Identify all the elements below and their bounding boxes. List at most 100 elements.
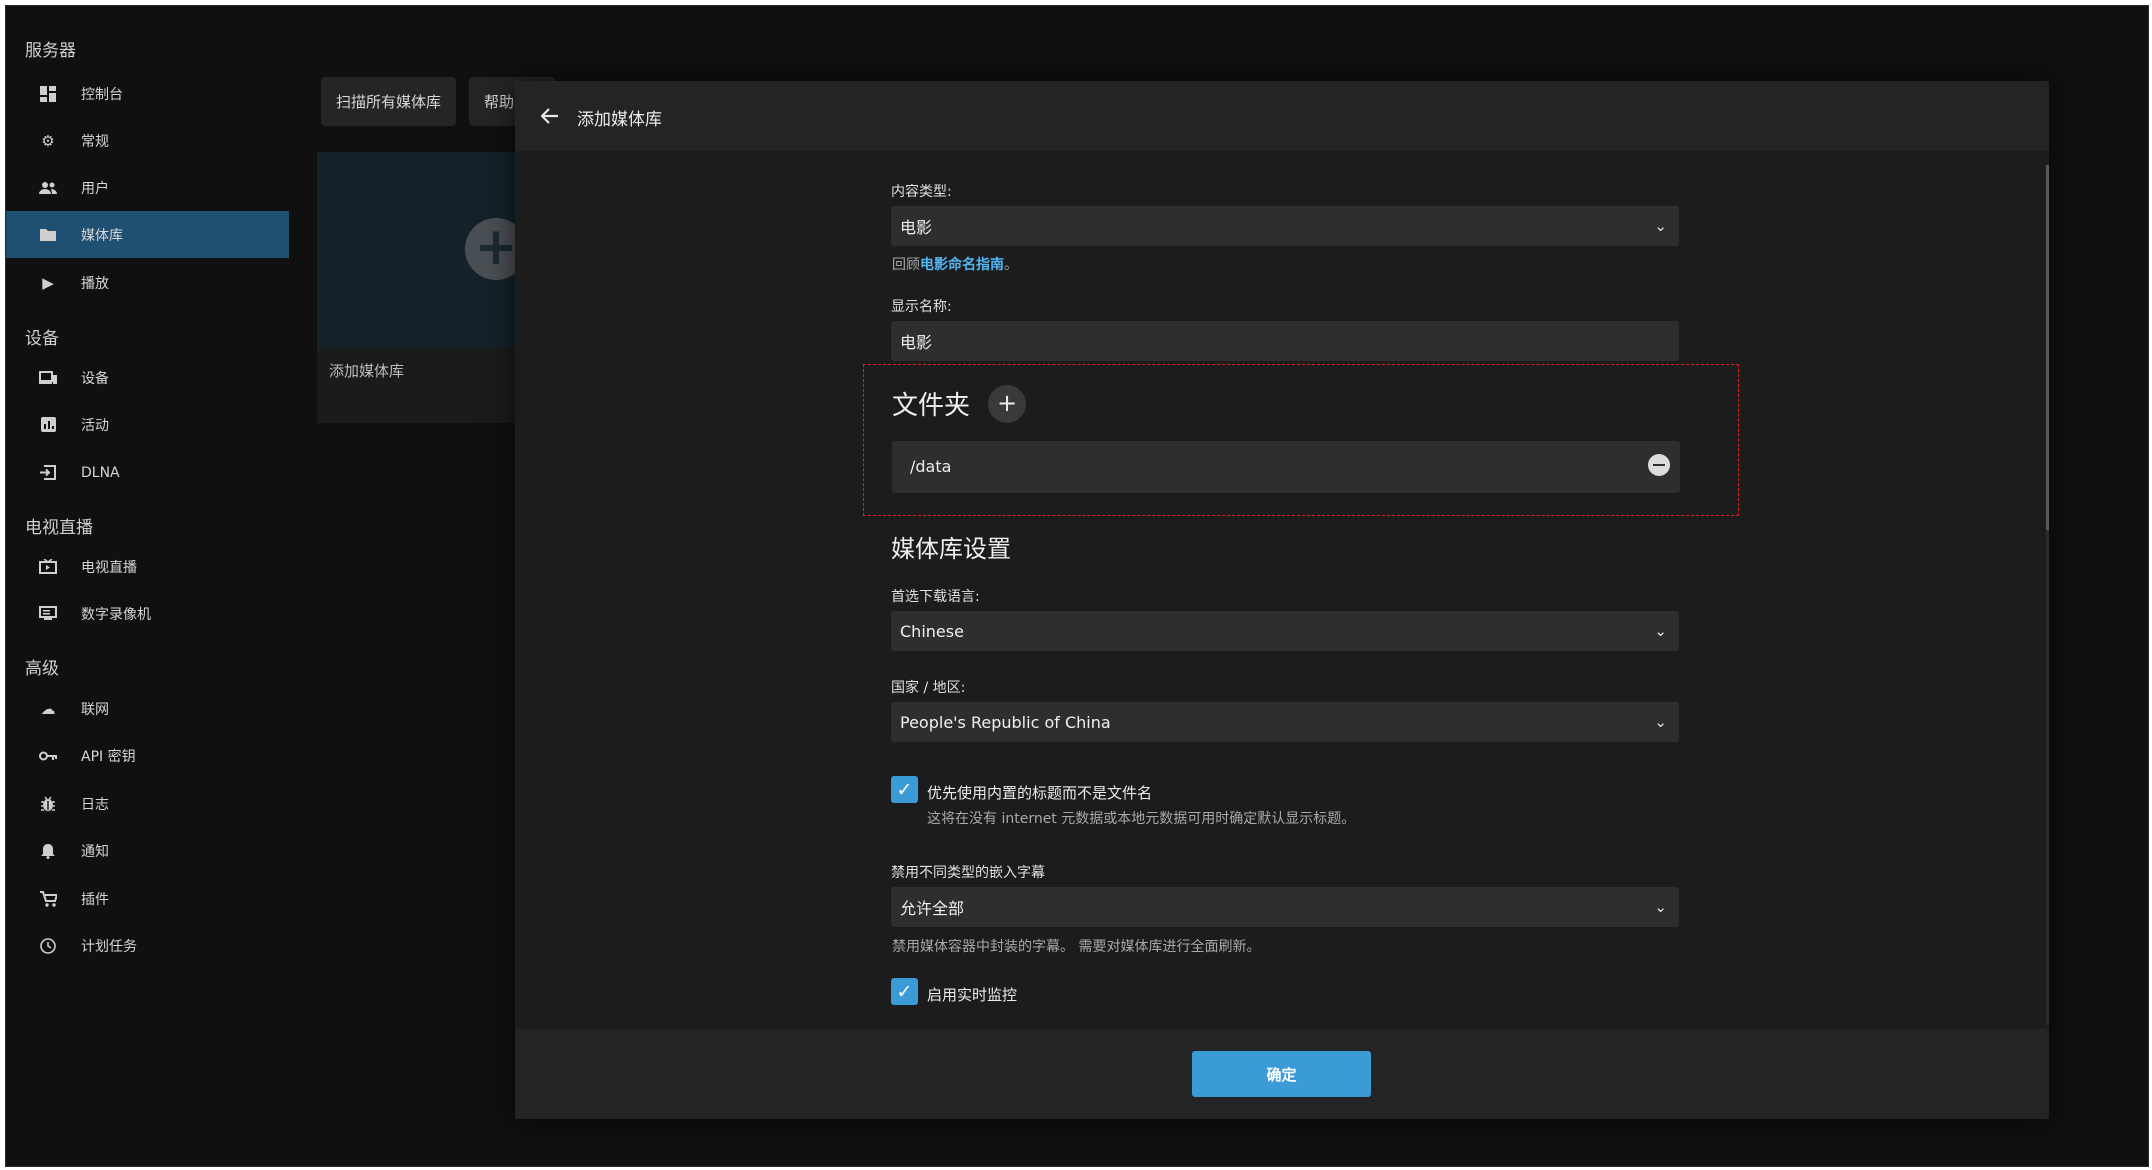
naming-hint: 回顾电影命名指南。	[892, 254, 1018, 274]
sidebar-item-label: 媒体库	[81, 227, 123, 244]
live-tv-icon	[38, 557, 58, 577]
embedded-titles-hint: 这将在没有 internet 元数据或本地元数据可用时确定默认显示标题。	[927, 811, 1356, 827]
sidebar-item-label: 联网	[81, 701, 109, 718]
language-label: 首选下载语言:	[891, 589, 980, 605]
sidebar-item-activity[interactable]: 活动	[6, 401, 289, 448]
sidebar-section-server: 服务器	[25, 41, 76, 61]
disable-subs-hint: 禁用媒体容器中封装的字幕。 需要对媒体库进行全面刷新。	[892, 939, 1261, 955]
folder-icon	[38, 225, 58, 245]
scan-all-libraries-button[interactable]: 扫描所有媒体库	[321, 77, 457, 126]
content-type-value: 电影	[900, 218, 933, 237]
app-window: 服务器 控制台 ⚙ 常规 用户 媒体库 ▶ 播放 设备 设备 活动 DLNA 电…	[5, 5, 2149, 1167]
cart-icon	[38, 889, 58, 909]
embedded-titles-label: 优先使用内置的标题而不是文件名	[927, 784, 1153, 802]
activity-icon	[38, 415, 58, 435]
naming-guide-link[interactable]: 电影命名指南	[920, 257, 1004, 273]
sidebar-item-devices[interactable]: 设备	[6, 354, 289, 401]
chevron-down-icon: ⌄	[1654, 622, 1667, 640]
check-icon: ✓	[896, 778, 913, 801]
disable-subs-select[interactable]: 允许全部 ⌄	[891, 887, 1679, 927]
library-settings-heading: 媒体库设置	[891, 535, 1011, 563]
sidebar-section-advanced: 高级	[25, 659, 59, 679]
dialog-footer: 确定	[515, 1029, 2049, 1119]
display-name-value: 电影	[900, 333, 933, 352]
add-folder-button[interactable]: +	[988, 385, 1026, 423]
users-icon	[38, 178, 58, 198]
chevron-down-icon: ⌄	[1654, 713, 1667, 731]
chevron-down-icon: ⌄	[1654, 898, 1667, 916]
add-library-dialog: 添加媒体库 内容类型: 电影 ⌄ 回顾电影命名指南。 显示名称: 电影 文件夹 …	[515, 81, 2049, 1119]
language-select[interactable]: Chinese ⌄	[891, 611, 1679, 651]
sidebar-item-label: 电视直播	[81, 559, 137, 576]
country-select[interactable]: People's Republic of China ⌄	[891, 702, 1679, 742]
back-arrow-icon[interactable]	[535, 101, 565, 131]
display-name-input[interactable]: 电影	[891, 321, 1679, 361]
naming-hint-prefix: 回顾	[892, 257, 920, 273]
naming-hint-suffix: 。	[1004, 257, 1018, 273]
sidebar-item-label: DLNA	[81, 464, 120, 481]
sidebar-item-logs[interactable]: 日志	[6, 780, 289, 827]
sidebar-section-livetv: 电视直播	[25, 518, 93, 538]
sidebar-item-label: 日志	[81, 796, 109, 813]
ok-button[interactable]: 确定	[1192, 1051, 1371, 1097]
check-icon: ✓	[896, 980, 913, 1003]
sidebar-item-plugins[interactable]: 插件	[6, 875, 289, 922]
sidebar-item-dlna[interactable]: DLNA	[6, 449, 289, 496]
card-image: +	[317, 152, 527, 348]
country-value: People's Republic of China	[900, 712, 1111, 732]
sidebar-item-label: 活动	[81, 417, 109, 434]
sidebar-item-livetv[interactable]: 电视直播	[6, 543, 289, 590]
realtime-monitor-checkbox[interactable]: ✓	[891, 978, 918, 1005]
dvr-icon	[38, 604, 58, 624]
folders-section: 文件夹 + /data	[863, 364, 1739, 516]
content-type-label: 内容类型:	[891, 184, 952, 200]
chevron-down-icon: ⌄	[1654, 217, 1667, 235]
folders-heading: 文件夹	[892, 391, 971, 421]
folder-path: /data	[910, 457, 952, 476]
sidebar-item-dvr[interactable]: 数字录像机	[6, 590, 289, 637]
sidebar-item-users[interactable]: 用户	[6, 164, 289, 211]
sidebar-item-label: 常规	[81, 133, 109, 150]
language-value: Chinese	[900, 621, 964, 641]
sidebar-item-label: 控制台	[81, 86, 123, 103]
sidebar-item-scheduled-tasks[interactable]: 计划任务	[6, 922, 289, 969]
add-library-card[interactable]: + 添加媒体库	[317, 152, 527, 423]
sidebar: 服务器 控制台 ⚙ 常规 用户 媒体库 ▶ 播放 设备 设备 活动 DLNA 电…	[6, 6, 289, 1166]
sidebar-item-dashboard[interactable]: 控制台	[6, 70, 289, 117]
disable-subs-label: 禁用不同类型的嵌入字幕	[891, 865, 1045, 881]
content-type-select[interactable]: 电影 ⌄	[891, 206, 1679, 246]
disable-subs-value: 允许全部	[900, 899, 965, 918]
sidebar-item-networking[interactable]: ☁ 联网	[6, 685, 289, 732]
sidebar-item-label: 数字录像机	[81, 606, 151, 623]
sidebar-item-notifications[interactable]: 通知	[6, 827, 289, 874]
sidebar-item-playback[interactable]: ▶ 播放	[6, 259, 289, 306]
sidebar-item-label: 通知	[81, 843, 109, 860]
display-name-label: 显示名称:	[891, 299, 952, 315]
card-label: 添加媒体库	[329, 362, 405, 380]
sidebar-item-general[interactable]: ⚙ 常规	[6, 117, 289, 164]
remove-folder-icon[interactable]	[1648, 454, 1670, 476]
scrollbar-thumb[interactable]	[2046, 165, 2049, 530]
sidebar-item-label: 播放	[81, 275, 109, 292]
cloud-icon: ☁	[40, 699, 56, 718]
play-icon: ▶	[42, 273, 54, 292]
dialog-title: 添加媒体库	[577, 110, 662, 130]
input-icon	[38, 463, 58, 483]
dashboard-icon	[38, 84, 58, 104]
sidebar-item-libraries[interactable]: 媒体库	[6, 211, 289, 258]
folder-row[interactable]: /data	[892, 441, 1680, 493]
dialog-header: 添加媒体库	[515, 81, 2049, 151]
sidebar-item-api-keys[interactable]: API 密钥	[6, 732, 289, 779]
country-label: 国家 / 地区:	[891, 680, 966, 696]
key-icon	[38, 746, 58, 766]
bell-icon	[38, 841, 58, 861]
clock-icon	[38, 936, 58, 956]
bug-icon	[38, 794, 58, 814]
realtime-monitor-label: 启用实时监控	[927, 986, 1018, 1004]
gear-icon: ⚙	[41, 131, 55, 150]
sidebar-item-label: 用户	[81, 180, 109, 197]
dialog-body: 内容类型: 电影 ⌄ 回顾电影命名指南。 显示名称: 电影 文件夹 + /dat…	[515, 151, 2049, 1029]
devices-icon	[38, 368, 58, 388]
embedded-titles-checkbox[interactable]: ✓	[891, 776, 918, 803]
sidebar-item-label: API 密钥	[81, 748, 136, 765]
